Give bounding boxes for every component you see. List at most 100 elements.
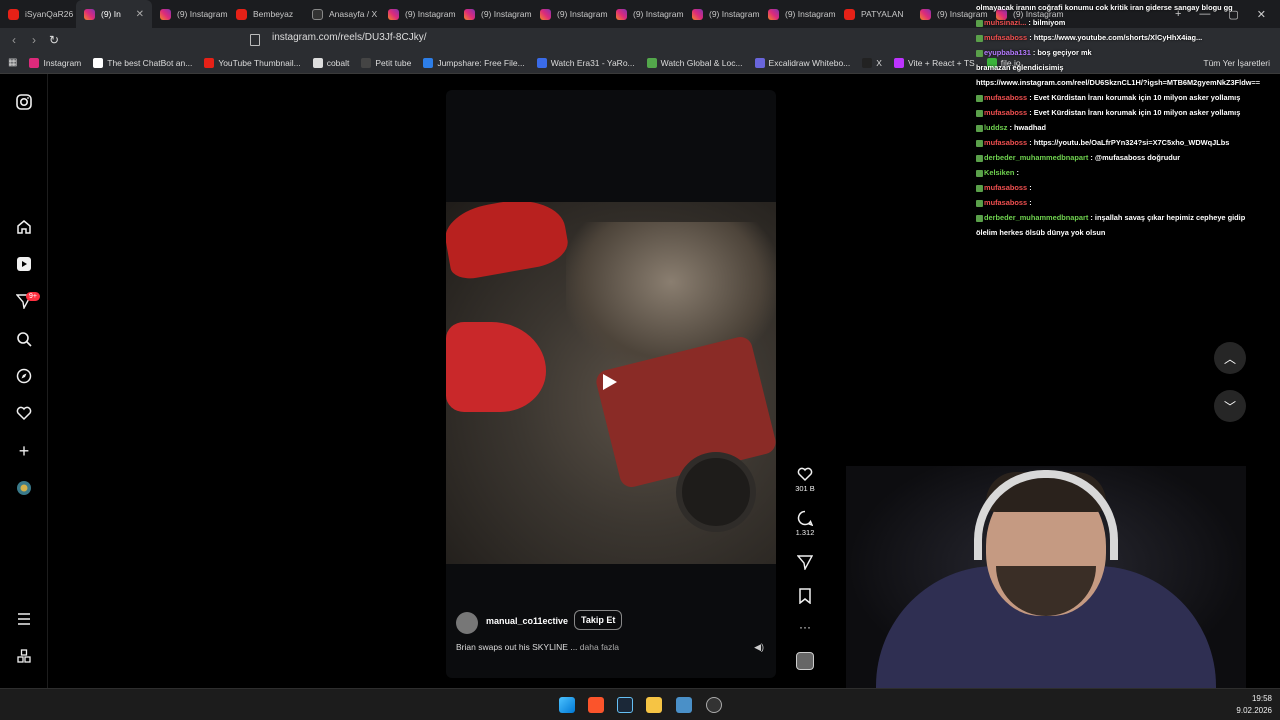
system-clock[interactable]: 19:58 9.02.2026 xyxy=(1236,693,1272,717)
red-car-graphic xyxy=(446,322,546,412)
tab-close-icon[interactable]: ✕ xyxy=(136,9,144,20)
bookmark-item[interactable]: Excalidraw Whitebo... xyxy=(754,57,851,68)
apps-icon[interactable]: ▦ xyxy=(8,57,17,68)
chat-username[interactable]: mufasaboss xyxy=(984,198,1027,207)
chat-text: bramazan eğlendicisimiş xyxy=(976,63,1064,72)
more-apps-icon[interactable] xyxy=(14,646,34,666)
bookmark-favicon-icon xyxy=(204,57,215,68)
profile-avatar[interactable] xyxy=(14,478,34,498)
browser-tab[interactable]: (9) Instagram xyxy=(456,0,532,28)
bookmark-item[interactable]: The best ChatBot an... xyxy=(93,57,192,68)
home-icon[interactable] xyxy=(14,217,34,237)
bookmark-item[interactable]: Watch Global & Loc... xyxy=(646,57,743,68)
next-reel-button[interactable]: ﹀ xyxy=(1214,390,1246,422)
chat-badge-icon xyxy=(976,199,983,207)
comment-action[interactable]: 1.312 xyxy=(790,510,820,537)
chat-message: mufasaboss : xyxy=(976,195,1276,210)
bookmark-item[interactable]: Instagram xyxy=(29,57,81,68)
chat-badge-icon xyxy=(976,49,983,57)
instagram-favicon-icon xyxy=(540,8,551,20)
bookmark-item[interactable]: YouTube Thumbnail... xyxy=(204,57,301,68)
settings-icon[interactable] xyxy=(706,697,722,713)
save-action[interactable] xyxy=(790,588,820,604)
clock-time: 19:58 xyxy=(1251,694,1272,703)
author-avatar[interactable] xyxy=(456,612,478,634)
browser-tab[interactable]: PATYALAN xyxy=(836,0,912,28)
follow-button[interactable]: Takip Et xyxy=(574,610,623,630)
chat-username[interactable]: derbeder_muhammedbnapart xyxy=(984,153,1088,162)
bookmark-label: Excalidraw Whitebo... xyxy=(768,57,851,68)
forward-button[interactable]: › xyxy=(24,33,44,47)
brave-browser-icon[interactable] xyxy=(588,697,604,713)
chat-username[interactable]: mufasaboss xyxy=(984,93,1027,102)
bookmark-item[interactable]: Jumpshare: Free File... xyxy=(423,57,525,68)
browser-tab[interactable]: iSyanQaR26 xyxy=(0,0,76,28)
chat-badge-icon xyxy=(976,109,983,117)
browser-tab[interactable]: Bembeyaz xyxy=(228,0,304,28)
tab-label: (9) Instagram xyxy=(405,9,456,19)
explore-icon[interactable] xyxy=(14,366,34,386)
reels-icon[interactable] xyxy=(14,254,34,274)
author-username[interactable]: manual_co11ective xyxy=(486,616,568,626)
clock-date: 9.02.2026 xyxy=(1236,706,1272,715)
back-button[interactable]: ‹ xyxy=(4,33,24,47)
bookmark-item[interactable]: Petit tube xyxy=(361,57,411,68)
url-field[interactable]: instagram.com/reels/DU3Jf-8CJky/ xyxy=(272,32,426,43)
like-action[interactable]: 301 B xyxy=(790,466,820,493)
tab-label: PATYALAN xyxy=(861,9,904,19)
chat-username[interactable]: mufasaboss xyxy=(984,183,1027,192)
bookmark-item[interactable]: Vite + React + TS xyxy=(893,57,975,68)
bookmark-page-icon[interactable] xyxy=(250,34,260,46)
bookmark-item[interactable]: cobalt xyxy=(312,57,349,68)
chat-username[interactable]: mufasaboss xyxy=(984,33,1027,42)
chat-username[interactable]: mufasaboss xyxy=(984,138,1027,147)
chat-badge-icon xyxy=(976,19,983,27)
chat-username[interactable]: luddsz xyxy=(984,123,1007,132)
tab-label: Bembeyaz xyxy=(253,9,294,19)
chat-text: : inşallah savaş çıkar hepimiz cepheye g… xyxy=(1090,213,1246,222)
menu-icon[interactable] xyxy=(14,609,34,629)
steam-icon[interactable] xyxy=(617,697,633,713)
bookmark-item[interactable]: Watch Era31 - YaRo... xyxy=(536,57,635,68)
chat-username[interactable]: muhsinazi... xyxy=(984,18,1026,27)
tab-label: (9) Instagram xyxy=(633,9,684,19)
browser-tab[interactable]: (9) Instagram xyxy=(152,0,228,28)
chat-username[interactable]: derbeder_muhammedbnapart xyxy=(984,213,1088,222)
create-icon[interactable]: + xyxy=(14,441,34,461)
tab-label: (9) Instagram xyxy=(709,9,760,19)
chat-badge-icon xyxy=(976,139,983,147)
browser-tab[interactable]: (9) Instagram xyxy=(532,0,608,28)
caption-more-link[interactable]: daha fazla xyxy=(580,642,619,652)
audio-thumbnail[interactable] xyxy=(790,652,820,670)
reel-player[interactable]: manual_co11ective Takip Et Brian swaps o… xyxy=(446,90,776,678)
app-icon[interactable] xyxy=(676,697,692,713)
bookmark-favicon-icon xyxy=(29,57,40,68)
chat-text: : xyxy=(1029,183,1032,192)
browser-tab[interactable]: (9) Instagram xyxy=(608,0,684,28)
mute-icon[interactable]: ◀) xyxy=(754,642,764,653)
bookmark-item[interactable]: X xyxy=(862,57,882,68)
chat-username[interactable]: Kelsiken xyxy=(984,168,1014,177)
reload-icon[interactable]: ↻ xyxy=(44,33,64,47)
previous-reel-button[interactable]: ︿ xyxy=(1214,342,1246,374)
instagram-logo-icon[interactable] xyxy=(14,92,34,112)
browser-tab[interactable]: (9) In ✕ xyxy=(76,0,152,28)
browser-tab[interactable]: (9) Instagram xyxy=(684,0,760,28)
stream-chat-overlay: olmayacak iranın coğrafi konumu cok krit… xyxy=(976,0,1276,237)
chat-message: bramazan eğlendicisimiş xyxy=(976,60,1276,75)
chat-message: derbeder_muhammedbnapart : inşallah sava… xyxy=(976,210,1276,225)
reel-video[interactable] xyxy=(446,202,776,564)
chat-message: Kelsiken : xyxy=(976,165,1276,180)
file-explorer-icon[interactable] xyxy=(646,697,662,713)
notifications-heart-icon[interactable] xyxy=(14,403,34,423)
more-options-icon[interactable]: ··· xyxy=(790,620,820,634)
browser-tab[interactable]: (9) Instagram xyxy=(760,0,836,28)
search-icon[interactable] xyxy=(14,329,34,349)
start-icon[interactable] xyxy=(559,697,575,713)
share-action[interactable] xyxy=(790,554,820,570)
chat-username[interactable]: eyupbaba131 xyxy=(984,48,1031,57)
browser-tab[interactable]: (9) Instagram xyxy=(380,0,456,28)
chat-username[interactable]: mufasaboss xyxy=(984,108,1027,117)
browser-tab[interactable]: Anasayfa / X xyxy=(304,0,380,28)
play-icon[interactable] xyxy=(603,374,617,390)
